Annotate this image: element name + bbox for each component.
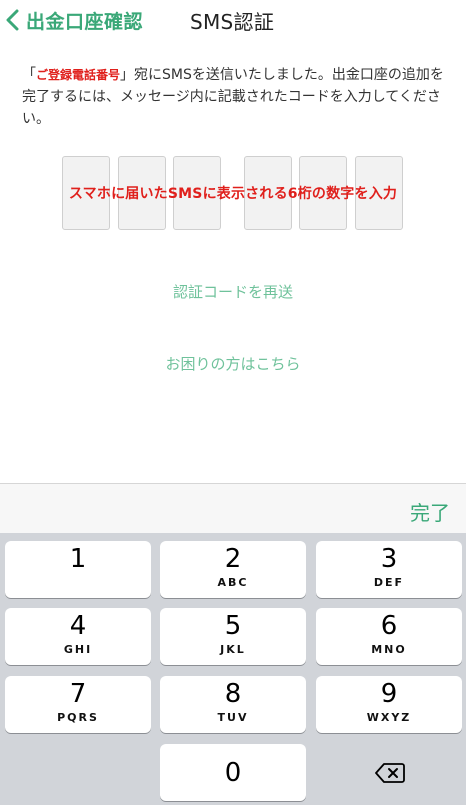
numeric-keypad: 1 2 ABC 3 DEF 4 GHI 5 JKL 6 MNO 7 PQRS 8…: [0, 533, 466, 805]
key-8-letters: TUV: [217, 711, 249, 724]
key-5-number: 5: [224, 611, 242, 641]
code-caption: スマホに届いたSMSに表示される6桁の数字を入力: [68, 186, 398, 202]
instruction-text: 「ご登録電話番号」宛にSMSを送信いたしました。出金口座の追加を完了するには、メ…: [22, 64, 452, 130]
key-0-number: 0: [224, 758, 242, 788]
key-6[interactable]: 6 MNO: [316, 608, 462, 665]
chevron-left-icon: [6, 9, 19, 31]
key-4[interactable]: 4 GHI: [5, 608, 151, 665]
done-button[interactable]: 完了: [410, 497, 450, 526]
key-2[interactable]: 2 ABC: [160, 541, 306, 598]
key-2-letters: ABC: [217, 576, 249, 589]
key-3-number: 3: [380, 544, 398, 574]
key-9-letters: WXYZ: [366, 711, 412, 724]
quote-open: 「: [22, 67, 36, 83]
key-1-number: 1: [69, 544, 87, 574]
key-3[interactable]: 3 DEF: [316, 541, 462, 598]
navigation-bar: 出金口座確認 SMS認証: [0, 0, 466, 40]
help-link[interactable]: お困りの方はこちら: [0, 353, 466, 374]
key-0[interactable]: 0: [160, 744, 306, 801]
registered-phone-highlight: ご登録電話番号: [36, 68, 121, 82]
key-3-letters: DEF: [373, 576, 405, 589]
key-6-letters: MNO: [371, 643, 407, 656]
key-5[interactable]: 5 JKL: [160, 608, 306, 665]
key-6-number: 6: [380, 611, 398, 641]
key-4-letters: GHI: [63, 643, 93, 656]
key-5-letters: JKL: [220, 643, 246, 656]
key-8-number: 8: [224, 679, 242, 709]
key-4-number: 4: [69, 611, 87, 641]
key-8[interactable]: 8 TUV: [160, 676, 306, 733]
key-7-letters: PQRS: [57, 711, 99, 724]
key-1[interactable]: 1: [5, 541, 151, 598]
page-title: SMS認証: [190, 10, 275, 34]
back-button[interactable]: 出金口座確認: [6, 5, 143, 35]
delete-key[interactable]: [316, 744, 462, 801]
back-label: 出金口座確認: [26, 10, 144, 33]
key-7-number: 7: [69, 679, 87, 709]
resend-code-link[interactable]: 認証コードを再送: [0, 281, 466, 302]
keyboard-toolbar: 完了: [0, 483, 466, 533]
key-9-number: 9: [380, 679, 398, 709]
key-2-number: 2: [224, 544, 242, 574]
key-9[interactable]: 9 WXYZ: [316, 676, 462, 733]
key-7[interactable]: 7 PQRS: [5, 676, 151, 733]
